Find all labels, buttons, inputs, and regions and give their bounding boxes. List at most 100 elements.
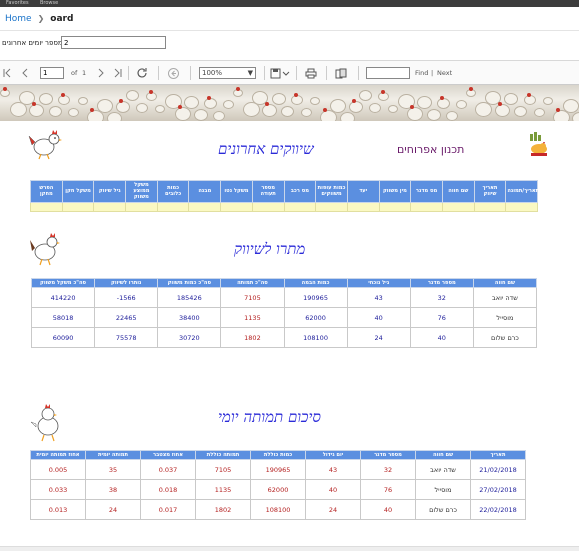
table-cell (441, 201, 475, 212)
zoom-select[interactable]: 100% ▼ (199, 67, 256, 79)
last-page-icon[interactable] (113, 66, 123, 80)
table-cell: 108100 (250, 499, 306, 521)
prev-page-icon[interactable] (20, 66, 30, 80)
table-cell: שדה יואב (415, 459, 471, 481)
table-cell: כרם שלום (472, 327, 538, 349)
chicken-figure (281, 106, 295, 117)
table-header-row: סה"כ משקל משווק נותרו לשיווק סה"כ כמות משו… (30, 277, 538, 289)
find-input[interactable] (366, 67, 410, 79)
table-cell: 0.018 (140, 479, 196, 501)
table-cell: -1566 (94, 287, 159, 309)
column-header: שם חווה (472, 277, 538, 289)
column-header: מס רכב (283, 180, 317, 203)
find-next-button[interactable]: Next (437, 69, 452, 77)
table-row: 0.013 24 0.017 1802 108100 24 40 כרם שלום 22/02/… (30, 499, 526, 521)
column-header: מספר מדגר (409, 277, 474, 289)
chicken-figure (455, 100, 467, 109)
breadcrumb-home[interactable]: Home (5, 14, 32, 24)
breadcrumb-current: oard (50, 13, 74, 24)
column-header: שם חווה (441, 180, 475, 203)
table-cell: 62000 (283, 307, 348, 329)
table-cell: 24 (305, 499, 361, 521)
chicken-figure (426, 109, 441, 121)
column-header: משקל חקן (61, 180, 95, 203)
chicken-figure (339, 112, 355, 121)
table-cell (378, 201, 412, 212)
chicken-figure (184, 96, 200, 109)
toolbar-divider (128, 66, 129, 80)
favorites-link[interactable]: Favorites (6, 0, 29, 6)
table-cell: 40 (305, 479, 361, 501)
table-cell: 414220 (30, 287, 96, 309)
column-header: מבנה (188, 180, 222, 203)
column-header: סה"כ תמותה (220, 277, 285, 289)
chicken-figure (48, 106, 62, 117)
table-cell: 76 (360, 479, 416, 501)
column-header: סה"כ כמות משווק (157, 277, 222, 289)
chicken-figure (329, 99, 346, 113)
horizontal-scrollbar[interactable] (0, 546, 579, 551)
toolbar-divider (190, 66, 191, 80)
table-cell: 190965 (250, 459, 306, 481)
column-header: כמות כוללת (250, 449, 306, 461)
report-toolbar: of 1 100% ▼ (0, 61, 579, 85)
page-number-input[interactable] (40, 67, 64, 79)
table-cell: 60090 (30, 327, 96, 349)
column-header: גיל שיווק (93, 180, 127, 203)
table-cell: 75578 (94, 327, 159, 349)
of-label: of (71, 69, 78, 77)
dropdown-arrow-icon: ▼ (247, 69, 253, 77)
column-header: מס מדגר (410, 180, 443, 203)
toolbar-divider (264, 66, 265, 80)
toolbar-divider (326, 66, 327, 80)
table-cell: 1802 (195, 499, 251, 521)
toolbar-divider (296, 66, 297, 80)
column-header: כמות הבמה (283, 277, 348, 289)
chicken-comb (177, 105, 182, 109)
chicken-figure (533, 108, 545, 117)
toolbar-divider (358, 66, 359, 80)
data-feed-icon[interactable] (335, 66, 347, 80)
column-header: אחוז מצטבר (140, 449, 196, 461)
column-header: יום גידול (305, 449, 361, 461)
table-cell (315, 201, 348, 212)
save-export-icon[interactable] (270, 66, 290, 80)
table-cell: 32 (360, 459, 416, 481)
column-header: שם חווה (415, 449, 471, 461)
table-cell: 0.017 (140, 499, 196, 521)
table-cell: 40 (360, 499, 416, 521)
print-icon[interactable] (305, 66, 317, 80)
next-page-icon[interactable] (96, 66, 106, 80)
table-cell: 38400 (157, 307, 222, 329)
days-param-input[interactable] (61, 36, 166, 49)
browse-link[interactable]: Browse (40, 0, 58, 6)
table-cell (410, 201, 443, 212)
table-row: 60090 75578 30720 1802 108100 24 40 כרם שלום (30, 327, 538, 349)
company-logo (528, 131, 550, 157)
refresh-icon[interactable] (136, 66, 148, 80)
table-row: 0.005 35 0.037 7105 190965 43 32 שדה יואב 21/02/… (30, 459, 526, 481)
table-cell (251, 201, 285, 212)
table-cell: 185426 (157, 287, 222, 309)
brand-title: תכנון אפרוחים (397, 143, 465, 156)
chicken-figure (116, 101, 131, 113)
chicken-figure (203, 98, 217, 109)
first-page-icon[interactable] (2, 66, 12, 80)
find-divider: | (431, 69, 434, 77)
chicken-comb (555, 108, 560, 112)
find-button[interactable]: Find (415, 69, 428, 77)
chicken-comb (206, 96, 211, 100)
table-row: 0.033 38 0.018 1135 62000 40 76 מוסייל 27/02/201… (30, 479, 526, 501)
chicken-figure (446, 111, 459, 121)
rooster-illustration (30, 404, 66, 442)
chicken-figure (38, 93, 53, 105)
table-cell (346, 201, 380, 212)
chicken-figure (97, 99, 113, 113)
table-cell: 32 (409, 287, 474, 309)
table-cell: 22/02/2018 (470, 499, 526, 521)
chicken-figure (67, 108, 79, 117)
table-cell (283, 201, 317, 212)
chicken-comb (468, 87, 473, 91)
back-to-parent-icon[interactable] (167, 66, 180, 80)
chicken-figure (77, 97, 88, 105)
